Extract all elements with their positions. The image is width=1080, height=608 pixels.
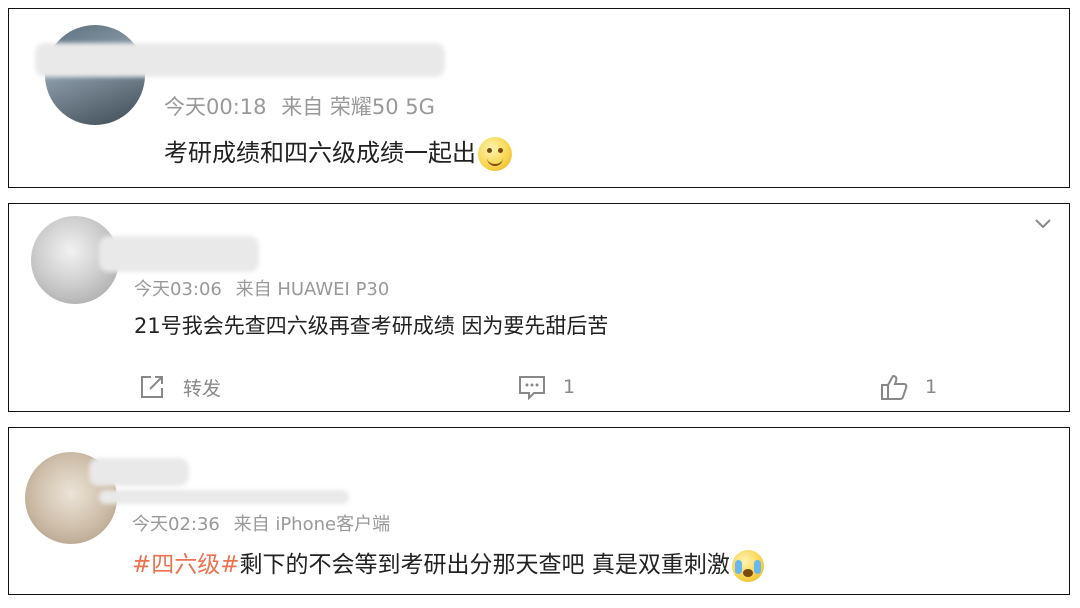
comment-card: 今天03:06 来自 HUAWEI P30 21号我会先查四六级再查考研成绩 因… (8, 203, 1070, 412)
username-redacted (99, 236, 259, 272)
crying-emoji-icon (731, 549, 764, 582)
like-button[interactable]: 1 (879, 372, 937, 402)
post-text: #四六级#剩下的不会等到考研出分那天查吧 真是双重刺激 (132, 545, 764, 582)
hashtag-link[interactable]: #四六级# (132, 552, 240, 578)
comment-card: 今天02:36 来自 iPhone客户端 #四六级#剩下的不会等到考研出分那天查… (8, 427, 1070, 595)
share-button[interactable]: 转发 (137, 372, 221, 402)
post-text: 考研成绩和四六级成绩一起出 (164, 133, 512, 171)
comment-button[interactable]: 1 (517, 372, 575, 402)
smile-emoji-icon (478, 137, 512, 171)
post-source: 来自 荣耀50 5G (281, 95, 435, 119)
comment-icon (519, 376, 545, 401)
chevron-down-icon[interactable] (1033, 214, 1053, 234)
post-text-body: 剩下的不会等到考研出分那天查吧 真是双重刺激 (239, 552, 730, 578)
username-redacted (89, 458, 189, 486)
post-time: 今天02:36 (132, 514, 220, 535)
post-text-body: 考研成绩和四六级成绩一起出 (164, 139, 476, 167)
share-icon (141, 376, 163, 398)
post-time: 今天03:06 (134, 279, 222, 300)
user-badge-redacted (99, 490, 349, 504)
comment-card: 今天00:18 来自 荣耀50 5G 考研成绩和四六级成绩一起出 (8, 8, 1070, 188)
post-meta: 今天02:36 来自 iPhone客户端 (132, 510, 398, 536)
post-time: 今天00:18 (164, 95, 267, 119)
post-source: 来自 iPhone客户端 (233, 514, 391, 535)
post-meta: 今天03:06 来自 HUAWEI P30 (134, 275, 397, 301)
comment-count: 1 (563, 376, 576, 398)
post-source: 来自 HUAWEI P30 (235, 279, 390, 300)
post-meta: 今天00:18 来自 荣耀50 5G (164, 91, 443, 121)
share-label: 转发 (183, 377, 222, 400)
username-redacted (35, 43, 445, 77)
like-count: 1 (925, 376, 938, 398)
thumbs-up-icon (881, 374, 908, 400)
post-text: 21号我会先查四六级再查考研成绩 因为要先甜后苦 (134, 314, 609, 338)
